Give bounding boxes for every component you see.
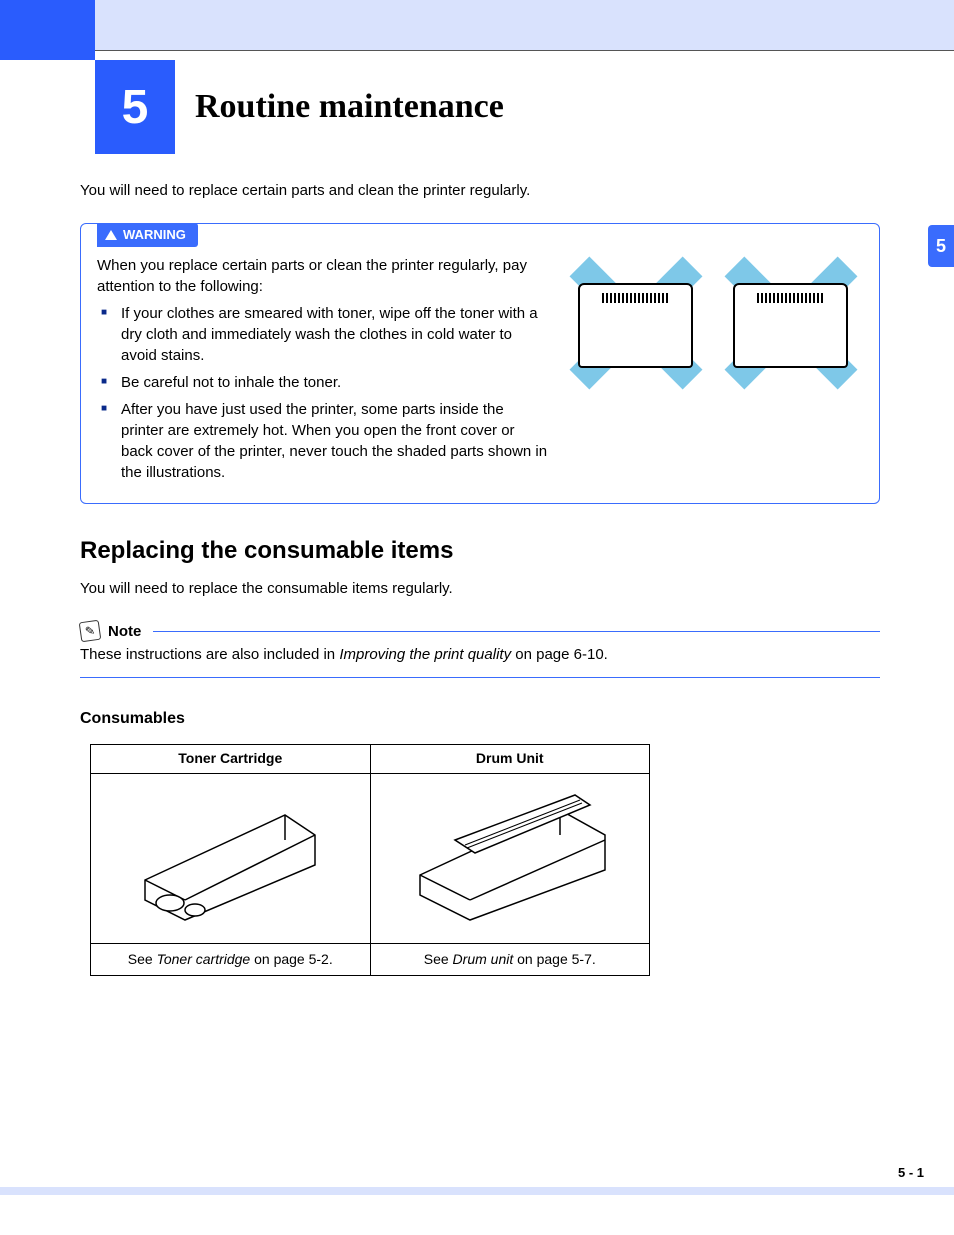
toner-cartridge-image-cell — [91, 773, 371, 943]
table-header-toner: Toner Cartridge — [91, 745, 371, 774]
header-divider — [95, 50, 954, 51]
header-light-strip — [95, 0, 954, 50]
toner-cartridge-illustration — [115, 785, 345, 925]
chapter-title: Routine maintenance — [195, 88, 504, 126]
printer-front-illustration — [563, 263, 708, 383]
note-block: ✎ Note These instructions are also inclu… — [80, 621, 880, 678]
printer-back-illustration — [718, 263, 863, 383]
consumables-table: Toner Cartridge Drum Unit — [90, 744, 650, 976]
note-icon: ✎ — [79, 620, 102, 643]
warning-box: WARNING When you replace certain parts o… — [80, 223, 880, 504]
drum-caption: See Drum unit on page 5-7. — [370, 943, 650, 976]
warning-item: Be careful not to inhale the toner. — [97, 372, 549, 393]
header-blue-block — [0, 0, 95, 60]
drum-unit-image-cell — [370, 773, 650, 943]
toner-caption: See Toner cartridge on page 5-2. — [91, 943, 371, 976]
page-number: 5 - 1 — [898, 1165, 924, 1180]
intro-text: You will need to replace certain parts a… — [80, 180, 880, 201]
section-text: You will need to replace the consumable … — [80, 578, 880, 599]
note-bottom-rule — [80, 677, 880, 678]
warning-tab: WARNING — [97, 223, 198, 247]
warning-item: After you have just used the printer, so… — [97, 399, 549, 483]
note-text: These instructions are also included in … — [80, 644, 880, 665]
warning-item: If your clothes are smeared with toner, … — [97, 303, 549, 366]
note-rule — [153, 631, 880, 632]
warning-lead: When you replace certain parts or clean … — [97, 255, 549, 297]
warning-label: WARNING — [123, 226, 186, 244]
side-tab: 5 — [928, 225, 954, 267]
section-title: Replacing the consumable items — [80, 534, 880, 568]
subsection-title: Consumables — [80, 708, 880, 730]
warning-icon — [105, 230, 117, 240]
drum-unit-illustration — [395, 785, 625, 925]
chapter-number: 5 — [95, 60, 175, 154]
note-label: Note — [108, 621, 141, 642]
table-header-drum: Drum Unit — [370, 745, 650, 774]
footer-bar — [0, 1187, 954, 1195]
